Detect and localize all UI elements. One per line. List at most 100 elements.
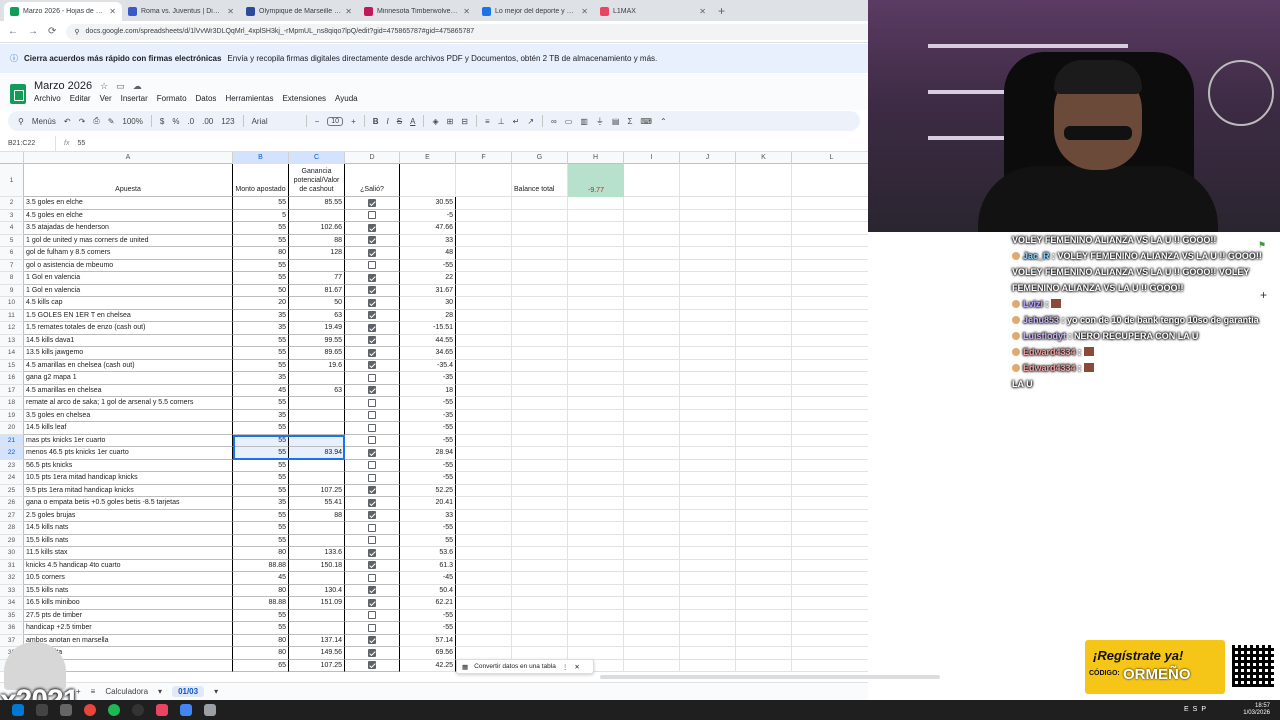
cell-apuesta[interactable]: 4.5 amarillas en chelsea (cash out)	[24, 359, 233, 372]
cell[interactable]	[400, 164, 456, 197]
cell-salio[interactable]	[345, 572, 400, 585]
row-header[interactable]: 13	[0, 334, 24, 347]
cell-ganancia[interactable]: 88	[289, 509, 345, 522]
filter-views-icon[interactable]: ▤	[612, 117, 620, 126]
cell[interactable]	[792, 447, 868, 460]
column-header[interactable]: L	[792, 152, 868, 164]
cell[interactable]	[792, 610, 868, 622]
cell[interactable]	[792, 485, 868, 497]
cell[interactable]	[456, 397, 512, 410]
cell[interactable]	[456, 559, 512, 572]
cell[interactable]	[680, 572, 736, 585]
row-header[interactable]: 14	[0, 347, 24, 360]
cell[interactable]	[512, 584, 568, 597]
cell[interactable]	[624, 497, 680, 510]
cell-ganancia[interactable]: 77	[289, 272, 345, 285]
close-tab-icon[interactable]: ✕	[581, 7, 588, 16]
checkbox-unchecked[interactable]	[368, 461, 376, 470]
percent-button[interactable]: %	[172, 117, 179, 126]
cell-ganancia[interactable]	[289, 534, 345, 547]
cell[interactable]	[736, 384, 792, 397]
zoom-select[interactable]: 100%	[122, 117, 142, 126]
close-tab-icon[interactable]: ✕	[699, 7, 706, 16]
cell[interactable]	[792, 197, 868, 210]
cell-salio[interactable]	[345, 222, 400, 235]
cell[interactable]	[792, 660, 868, 672]
cell-salio[interactable]	[345, 284, 400, 297]
clock[interactable]: 18:57 1/03/2026	[1243, 703, 1270, 717]
cell-monto[interactable]: 55	[233, 422, 289, 435]
spotify-icon[interactable]	[108, 704, 120, 716]
checkbox-unchecked[interactable]	[368, 398, 376, 407]
cell[interactable]	[456, 634, 512, 647]
cell[interactable]	[680, 409, 736, 422]
cell[interactable]	[624, 659, 680, 672]
cell-ganancia[interactable]	[289, 372, 345, 385]
cell[interactable]	[568, 334, 624, 347]
cell[interactable]	[792, 410, 868, 422]
cell-apuesta[interactable]: 1.5 remates totales de enzo (cash out)	[24, 322, 233, 335]
search-icon[interactable]	[36, 704, 48, 716]
cell[interactable]	[792, 310, 868, 322]
cell-ganancia[interactable]: 128	[289, 247, 345, 260]
cell-monto[interactable]: 55	[233, 397, 289, 410]
cell[interactable]	[624, 434, 680, 447]
font-size-field[interactable]: 10	[327, 116, 344, 126]
cell-apuesta[interactable]: 11.5 kills stax	[24, 547, 233, 560]
row-header[interactable]: 16	[0, 372, 24, 385]
cell[interactable]	[568, 597, 624, 610]
cell-salio[interactable]	[345, 497, 400, 510]
cell[interactable]	[736, 284, 792, 297]
cell-resultado[interactable]: 44.55	[400, 334, 456, 347]
cell[interactable]	[456, 247, 512, 260]
cell[interactable]	[680, 509, 736, 522]
row-header[interactable]: 33	[0, 584, 24, 597]
cell[interactable]	[736, 164, 792, 197]
checkbox-checked[interactable]	[368, 298, 376, 307]
cell[interactable]	[568, 472, 624, 485]
cell-salio[interactable]	[345, 609, 400, 622]
cell-resultado[interactable]: 30	[400, 297, 456, 310]
cell-salio[interactable]	[345, 322, 400, 335]
cell[interactable]	[568, 509, 624, 522]
cell-apuesta[interactable]: ambos anotan en marsella	[24, 634, 233, 647]
text-color-icon[interactable]: A	[410, 117, 415, 126]
cell[interactable]	[456, 164, 512, 197]
menu-item[interactable]: Formato	[157, 94, 187, 103]
star-icon[interactable]: ☆	[100, 81, 108, 92]
cell-monto[interactable]: 88.88	[233, 597, 289, 610]
cell-salio[interactable]	[345, 272, 400, 285]
cell[interactable]	[736, 272, 792, 285]
cell[interactable]	[456, 359, 512, 372]
taskview-icon[interactable]	[60, 704, 72, 716]
cell-ganancia[interactable]: 19.6	[289, 359, 345, 372]
cell-monto[interactable]: 55	[233, 334, 289, 347]
cell-apuesta[interactable]: 4.5 goles en elche	[24, 209, 233, 222]
row-header[interactable]: 28	[0, 522, 24, 535]
row-header[interactable]: 36	[0, 622, 24, 635]
horizontal-scrollbar[interactable]	[600, 675, 940, 679]
row-header[interactable]: 26	[0, 497, 24, 510]
close-tab-icon[interactable]: ✕	[345, 7, 352, 16]
cell-salio[interactable]	[345, 434, 400, 447]
cell[interactable]	[512, 434, 568, 447]
cell[interactable]	[736, 334, 792, 347]
cell[interactable]	[736, 309, 792, 322]
convert-table-toast[interactable]: ▦ Convertir datos en una tabla ⋮ ✕	[456, 659, 594, 674]
checkbox-checked[interactable]	[368, 548, 376, 557]
column-header[interactable]: C	[289, 152, 345, 164]
cell-monto[interactable]: 5	[233, 209, 289, 222]
cell[interactable]	[680, 609, 736, 622]
cell[interactable]	[736, 359, 792, 372]
cell[interactable]	[736, 472, 792, 485]
cell-monto[interactable]: 55	[233, 472, 289, 485]
row-header[interactable]: 29	[0, 534, 24, 547]
cell[interactable]	[568, 622, 624, 635]
chrome-icon[interactable]	[84, 704, 96, 716]
cell[interactable]	[456, 284, 512, 297]
cell-resultado[interactable]: 69.56	[400, 647, 456, 660]
cell[interactable]	[568, 647, 624, 660]
browser-tab[interactable]: Olympique de Marseille - Olym ✕	[240, 2, 358, 21]
cell-resultado[interactable]: 18	[400, 384, 456, 397]
cell-resultado[interactable]: 47.66	[400, 222, 456, 235]
